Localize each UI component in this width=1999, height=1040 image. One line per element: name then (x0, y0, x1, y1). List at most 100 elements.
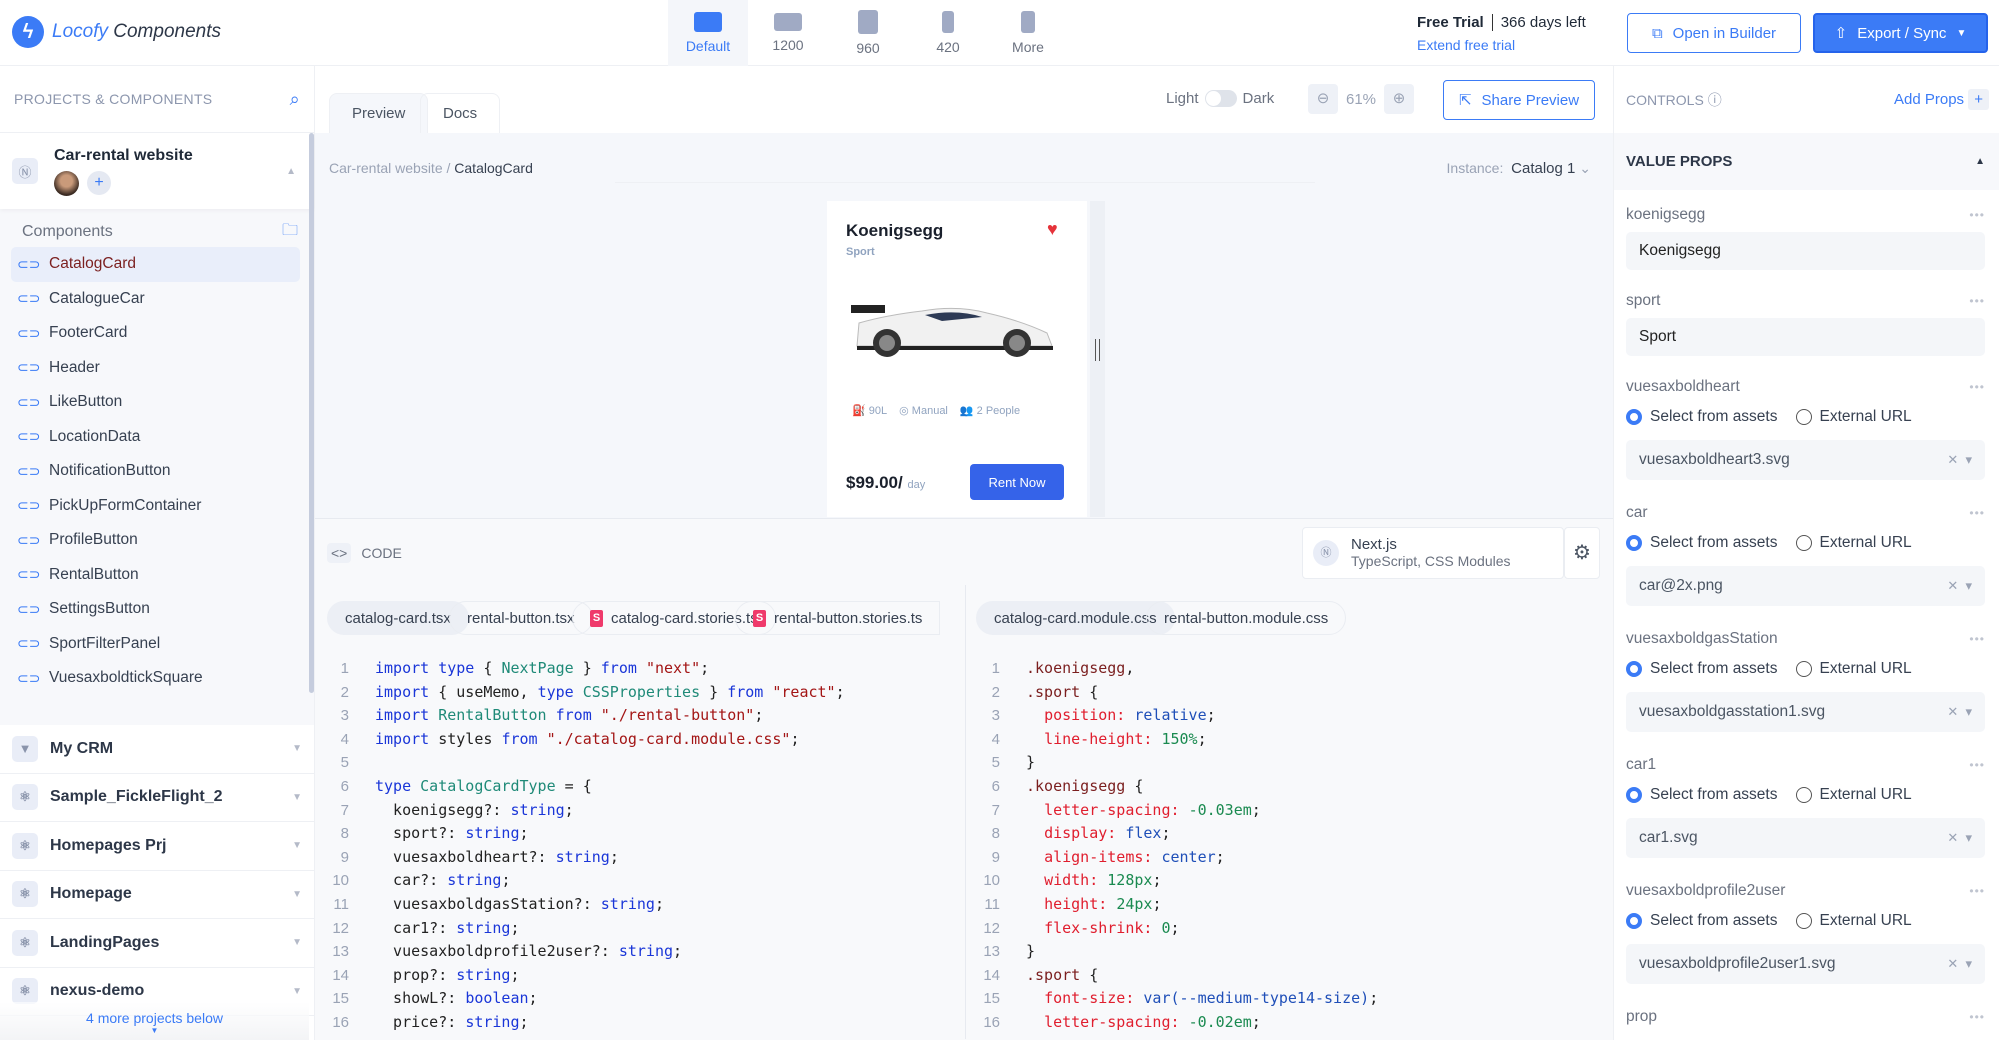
resize-handle[interactable] (1090, 201, 1105, 517)
sidebar-scrollbar[interactable] (309, 133, 314, 693)
radio-external-url[interactable]: External URL (1795, 786, 1912, 804)
radio-select-assets[interactable]: Select from assets (1626, 786, 1778, 804)
code-lines[interactable]: 1 .koenigsegg, 2 .sport {3 position: relati… (966, 657, 1378, 1035)
sidebar-item-component[interactable]: ⊂⊃ ProfileButton (11, 523, 300, 558)
rent-now-button[interactable]: Rent Now (970, 464, 1064, 500)
more-projects[interactable]: 4 more projects below ▼ (0, 1002, 309, 1040)
share-preview-button[interactable]: ⇱ Share Preview (1443, 80, 1595, 120)
code-token: , (1125, 659, 1135, 677)
device-960[interactable]: 960 (828, 0, 908, 66)
clear-and-caret-icons[interactable]: ✕ ▾ (1947, 830, 1972, 846)
more-icon[interactable]: ••• (1969, 632, 1985, 646)
radio-select-assets[interactable]: Select from assets (1626, 660, 1778, 678)
tab-preview[interactable]: Preview (329, 93, 429, 133)
theme-toggle[interactable] (1204, 90, 1237, 107)
sidebar-item-component[interactable]: ⊂⊃ RentalButton (11, 558, 300, 593)
code-token: ; (501, 871, 511, 890)
zoom-out-icon[interactable]: ⊖ (1308, 84, 1338, 114)
logo[interactable]: ϟ Locofy Components (12, 16, 221, 48)
sidebar-item-component[interactable]: ⊂⊃ PickUpFormContainer (11, 489, 300, 524)
more-icon[interactable]: ••• (1969, 294, 1985, 308)
more-icon[interactable]: ••• (1969, 380, 1985, 394)
sidebar-item-component[interactable]: ⊂⊃ FooterCard (11, 316, 300, 351)
code-lines[interactable]: 1 import type { NextPage } from "next"; 2 i… (315, 657, 844, 1035)
radio-external-url[interactable]: External URL (1795, 408, 1912, 426)
clear-and-caret-icons[interactable]: ✕ ▾ (1947, 578, 1972, 594)
sidebar-item-component[interactable]: ⊂⊃ CatalogCard (11, 247, 300, 282)
asset-select[interactable]: vuesaxboldheart3.svg ✕ ▾ (1626, 440, 1985, 480)
collapse-icon[interactable]: ▲ (286, 166, 296, 177)
zoom-in-icon[interactable]: ⊕ (1384, 84, 1415, 114)
asset-select[interactable]: car@2x.png ✕ ▾ (1626, 566, 1985, 606)
device-1200[interactable]: 1200 (748, 0, 828, 66)
add-folder-icon[interactable]: 🗀 (282, 219, 298, 246)
radio-unchecked-icon (1795, 409, 1812, 425)
sidebar-item-component[interactable]: ⊂⊃ SettingsButton (11, 592, 300, 627)
file-tab[interactable]: catalog-card.module.css (976, 601, 1175, 635)
radio-external-url[interactable]: External URL (1795, 660, 1912, 678)
project-row[interactable]: ⚛ Homepages Prj ▼ (0, 822, 314, 871)
radio-select-assets[interactable]: Select from assets (1626, 912, 1778, 930)
asset-select[interactable]: vuesaxboldprofile2user1.svg ✕ ▾ (1626, 944, 1985, 984)
device-more[interactable]: More (988, 0, 1068, 66)
project-row[interactable]: ▼ My CRM ▼ (0, 725, 314, 774)
file-tab[interactable]: rental-button.module.css (1146, 601, 1347, 635)
code-line: 15 font-size: var(--medium-type14-size); (966, 987, 1378, 1011)
more-icon[interactable]: ••• (1969, 506, 1985, 520)
asset-value: vuesaxboldprofile2user1.svg (1639, 955, 1836, 972)
prop-input[interactable]: Koenigsegg (1626, 232, 1985, 270)
clear-and-caret-icons[interactable]: ✕ ▾ (1947, 956, 1972, 972)
breadcrumb-parent[interactable]: Car-rental website (329, 160, 443, 176)
prop-input[interactable]: Sport (1626, 318, 1985, 356)
open-in-builder-button[interactable]: ⧉ Open in Builder (1627, 13, 1801, 53)
add-props-link[interactable]: Add Props (1894, 91, 1964, 108)
project-car-rental[interactable]: Ⓝ Car-rental website + ▲ (0, 133, 314, 209)
sidebar-item-component[interactable]: ⊂⊃ CatalogueCar (11, 282, 300, 317)
sidebar-item-component[interactable]: ⊂⊃ LocationData (11, 420, 300, 455)
sidebar-item-component[interactable]: ⊂⊃ VuesaxboldtickSquare (11, 661, 300, 696)
add-member-button[interactable]: + (87, 170, 111, 195)
info-icon[interactable]: ⓘ (1708, 92, 1722, 108)
project-row[interactable]: ⚛ LandingPages ▼ (0, 919, 314, 968)
more-icon[interactable]: ••• (1969, 758, 1985, 772)
instance-select[interactable]: Instance: Catalog 1 ⌄ (1447, 160, 1591, 177)
asset-select[interactable]: car1.svg ✕ ▾ (1626, 818, 1985, 858)
plus-icon[interactable]: + (1968, 89, 1989, 110)
radio-external-url[interactable]: External URL (1795, 534, 1912, 552)
file-tab[interactable]: catalog-card.tsx (327, 601, 469, 635)
code-token: ; (1161, 824, 1171, 843)
radio-select-assets[interactable]: Select from assets (1626, 408, 1778, 426)
device-420[interactable]: 420 (908, 0, 988, 66)
clear-and-caret-icons[interactable]: ✕ ▾ (1947, 704, 1972, 720)
radio-label: External URL (1819, 786, 1912, 803)
more-icon[interactable]: ••• (1969, 1010, 1985, 1024)
code-token: ; (654, 894, 664, 913)
sidebar-item-component[interactable]: ⊂⊃ SportFilterPanel (11, 627, 300, 662)
sidebar-item-component[interactable]: ⊂⊃ NotificationButton (11, 454, 300, 489)
tab-docs[interactable]: Docs (420, 93, 501, 133)
extend-trial-link[interactable]: Extend free trial (1417, 37, 1586, 53)
heart-icon[interactable]: ♥ (1047, 219, 1058, 240)
project-row[interactable]: ⚛ Sample_FickleFlight_2 ▼ (0, 774, 314, 822)
more-icon[interactable]: ••• (1969, 884, 1985, 898)
export-sync-button[interactable]: ⇧ Export / Sync ▼ (1813, 13, 1988, 53)
file-tab[interactable]: Srental-button.stories.ts (735, 601, 941, 635)
preview-toolbar: Preview Docs Light Dark ⊖ 61% ⊕ ⇱ Share P… (315, 66, 1613, 133)
line-number: 14 (332, 966, 349, 984)
device-default[interactable]: Default (668, 0, 748, 66)
code-token: flex-shrink: (1044, 918, 1153, 937)
code-token: showL?: (375, 989, 466, 1008)
clear-and-caret-icons[interactable]: ✕ ▾ (1947, 452, 1972, 468)
radio-select-assets[interactable]: Select from assets (1626, 534, 1778, 552)
component-name: CatalogueCar (49, 289, 145, 307)
project-row[interactable]: ⚛ Homepage ▼ (0, 871, 314, 919)
asset-select[interactable]: vuesaxboldgasstation1.svg ✕ ▾ (1626, 692, 1985, 732)
sidebar-item-component[interactable]: ⊂⊃ Header (11, 351, 300, 386)
sidebar-item-component[interactable]: ⊂⊃ LikeButton (11, 385, 300, 420)
value-props-section[interactable]: VALUE PROPS ▲ (1614, 133, 1999, 190)
radio-external-url[interactable]: External URL (1795, 912, 1912, 930)
more-icon[interactable]: ••• (1969, 208, 1985, 222)
search-icon[interactable]: ⌕ (290, 89, 300, 110)
component-name: Header (49, 358, 100, 376)
